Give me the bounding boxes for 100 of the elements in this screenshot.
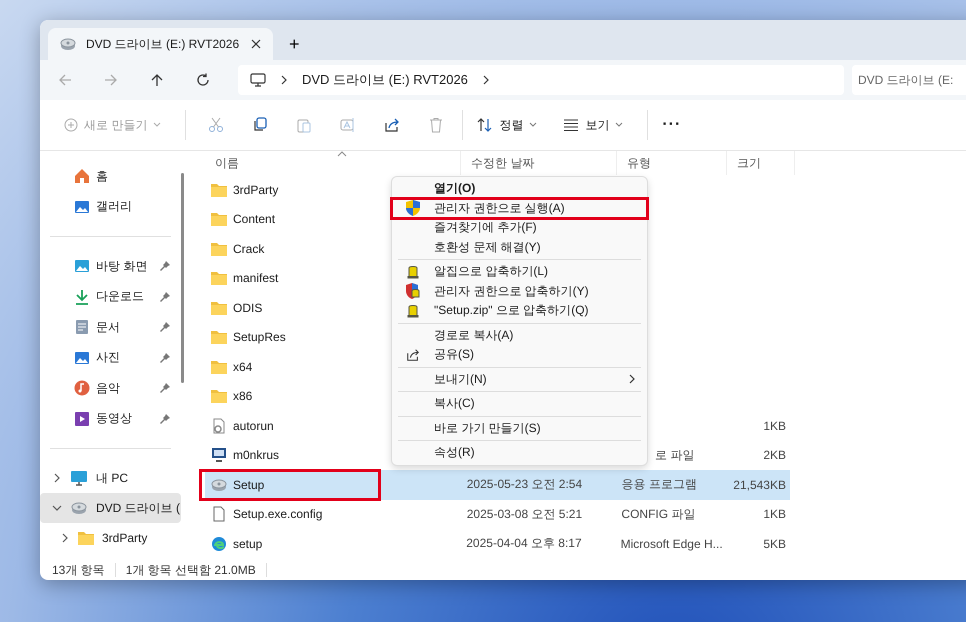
scrollbar[interactable]	[181, 173, 184, 383]
file-name: manifest	[233, 271, 278, 286]
menu-item[interactable]: 열기(O)	[392, 179, 647, 198]
menu-item[interactable]: 공유(S)	[392, 345, 647, 364]
chevron-down-icon	[529, 122, 538, 128]
sidebar-label: 사진	[96, 349, 120, 366]
trash-icon[interactable]	[428, 117, 444, 133]
size-cell-text: 21,543KB	[732, 478, 787, 492]
size-cell-text: 1KB	[762, 418, 787, 433]
zip-icon	[407, 304, 419, 318]
sidebar-item[interactable]: 다운로드	[40, 282, 181, 312]
sidebar-label: 홈	[96, 168, 108, 185]
pin-icon[interactable]	[160, 383, 170, 394]
rename-icon[interactable]	[340, 117, 356, 133]
tree-label: DVD 드라이브 (	[96, 500, 180, 516]
more-button[interactable]: ···	[656, 112, 688, 138]
chevron-down-icon	[615, 122, 624, 128]
file-name: x86	[233, 389, 252, 404]
video-icon	[74, 410, 90, 427]
column-header[interactable]: 유형	[617, 151, 727, 175]
file-name: Content	[233, 212, 276, 226]
sidebar-label: 다운로드	[96, 288, 144, 306]
shield-zip-icon	[406, 283, 420, 300]
folder-icon	[78, 531, 94, 545]
selection-info: 1개 항목 선택함 21.0MB	[126, 562, 256, 578]
file-name: 3rdParty	[233, 182, 278, 197]
tree-label: 3rdParty	[102, 531, 148, 545]
new-tab-button[interactable]: +	[281, 28, 308, 60]
pin-icon[interactable]	[160, 352, 170, 363]
close-icon[interactable]	[251, 39, 261, 49]
search-field[interactable]: DVD 드라이브 (E:	[852, 65, 966, 95]
file-name: x64	[233, 360, 252, 374]
chevron-down-icon	[153, 122, 162, 128]
monitor-icon	[250, 73, 266, 87]
chevron-right-icon[interactable]	[60, 533, 70, 543]
menu-item[interactable]: 속성(R)	[392, 443, 647, 462]
scissors-icon[interactable]	[208, 117, 224, 133]
menu-item[interactable]: 호환성 문제 해결(Y)	[392, 238, 647, 257]
folder-icon	[211, 388, 227, 404]
tree-item[interactable]: 3rdParty	[40, 523, 181, 553]
menu-item[interactable]: 관리자 권한으로 실행(A)	[392, 198, 647, 218]
size-cell-text: 1KB	[762, 507, 787, 522]
plus-circle-icon	[64, 118, 78, 132]
pin-icon[interactable]	[160, 322, 170, 332]
type-cell-text: 응용 프로그램	[620, 476, 698, 494]
pin-icon[interactable]	[160, 261, 170, 272]
file-name: Crack	[233, 242, 264, 256]
desktop-icon	[74, 258, 90, 274]
disc-drive-icon	[60, 36, 76, 52]
pin-icon[interactable]	[160, 414, 170, 424]
tree-item[interactable]: DVD 드라이브 (	[40, 493, 181, 523]
tab-title: DVD 드라이브 (E:) RVT2026	[86, 36, 240, 52]
up-arrow-icon[interactable]	[150, 73, 164, 87]
folder-icon	[211, 300, 227, 316]
sort-button[interactable]: 정렬	[471, 112, 544, 138]
view-button[interactable]: 보기	[557, 112, 630, 138]
chevron-down-icon[interactable]	[52, 503, 62, 513]
refresh-icon[interactable]	[196, 73, 210, 87]
menu-item[interactable]: 복사(C)	[392, 394, 647, 414]
sidebar-item[interactable]: 갤러리	[40, 192, 181, 222]
gallery-icon	[74, 198, 90, 215]
copy-icon[interactable]	[252, 117, 268, 133]
menu-item[interactable]: 바로 가기 만들기(S)	[392, 418, 647, 438]
menu-item[interactable]: 보내기(N)	[392, 370, 647, 389]
menu-item[interactable]: 알집으로 압축하기(L)	[392, 262, 647, 282]
menu-item[interactable]: 경로로 복사(A)	[392, 326, 647, 345]
sidebar-item[interactable]: 홈	[40, 161, 181, 192]
folder-icon	[211, 240, 227, 257]
file-icon	[211, 506, 227, 522]
chevron-right-icon	[280, 75, 288, 85]
date-cell-text: 2025-04-04 오후 8:17	[465, 535, 583, 552]
size-cell-text: 5KB	[762, 536, 788, 551]
pin-icon[interactable]	[160, 292, 170, 302]
chevron-right-icon[interactable]	[52, 473, 62, 483]
disc-drive-icon	[70, 500, 88, 516]
breadcrumb[interactable]: DVD 드라이브 (E:) RVT2026	[302, 71, 468, 89]
window-tab[interactable]: DVD 드라이브 (E:) RVT2026	[48, 28, 273, 60]
menu-item[interactable]: "Setup.zip" 으로 압축하기(Q)	[392, 301, 647, 320]
edge-icon	[211, 536, 227, 552]
file-name: SetupRes	[233, 330, 286, 344]
date-cell-text: 2025-05-23 오전 2:54	[466, 476, 584, 494]
date-cell-text: 2025-03-08 오전 5:21	[466, 506, 584, 523]
chevron-right-icon	[629, 374, 635, 384]
share-icon[interactable]	[384, 117, 400, 133]
sidebar-label: 바탕 화면	[96, 258, 148, 275]
menu-item[interactable]: 관리자 권한으로 압축하기(Y)	[392, 282, 647, 301]
sidebar-item[interactable]: 바탕 화면	[40, 251, 181, 282]
tree-item[interactable]: 내 PC	[40, 463, 181, 493]
column-header[interactable]: 크기	[727, 151, 795, 175]
sidebar-item[interactable]: 사진	[40, 342, 181, 373]
address-bar[interactable]: DVD 드라이브 (E:) RVT2026	[238, 65, 844, 95]
column-header[interactable]: 이름	[205, 151, 461, 175]
sidebar-item[interactable]: 동영상	[40, 404, 181, 434]
file-name: m0nkrus	[233, 448, 280, 462]
paste-icon[interactable]	[296, 117, 312, 133]
type-cell-text: Microsoft Edge H...	[620, 536, 723, 551]
column-header[interactable]: 수정한 날짜	[461, 151, 617, 175]
sidebar-item[interactable]: 음악	[40, 373, 181, 404]
menu-item[interactable]: 즐겨찾기에 추가(F)	[392, 218, 647, 238]
sidebar-item[interactable]: 문서	[40, 312, 181, 342]
